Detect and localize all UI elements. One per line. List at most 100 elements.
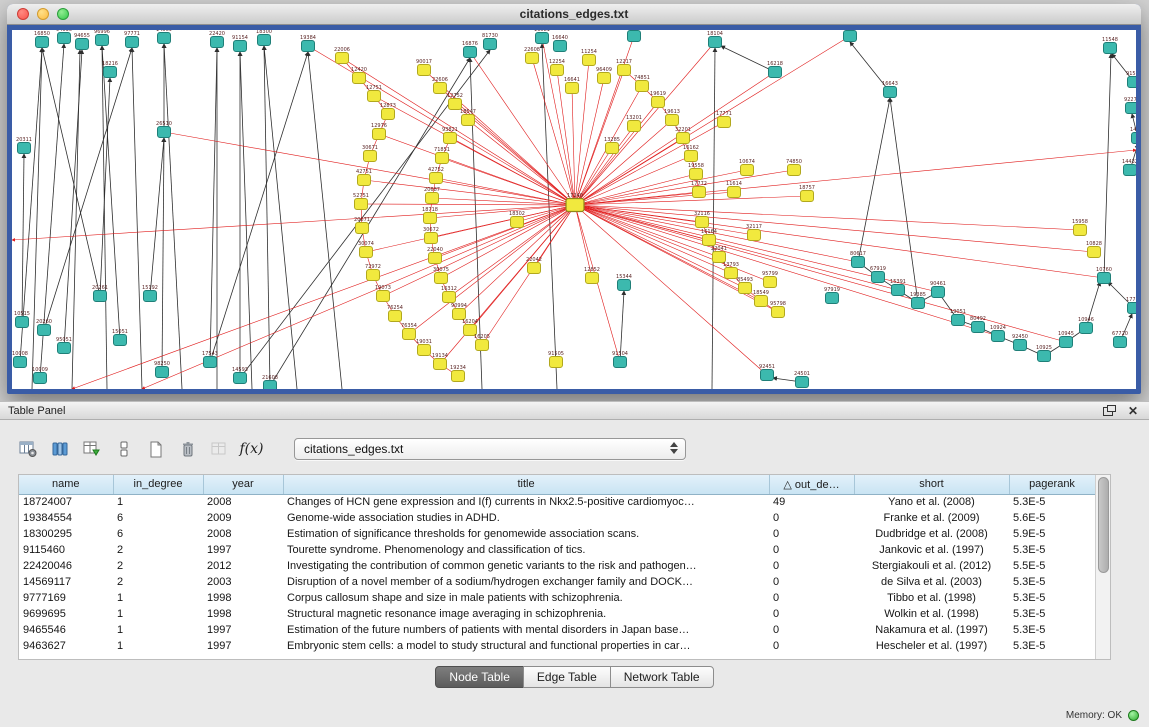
network-node[interactable]: [992, 331, 1005, 342]
network-node[interactable]: [444, 133, 457, 144]
network-node[interactable]: [58, 33, 71, 44]
network-node[interactable]: [598, 73, 611, 84]
function-builder-icon[interactable]: f(x): [238, 436, 265, 462]
network-node[interactable]: [424, 213, 437, 224]
network-node[interactable]: [566, 199, 584, 212]
network-node[interactable]: [826, 293, 839, 304]
table-row[interactable]: 946554611997Estimation of the future num…: [19, 622, 1095, 638]
network-node[interactable]: [912, 298, 925, 309]
network-node[interactable]: [586, 273, 599, 284]
network-node[interactable]: [429, 253, 442, 264]
network-node[interactable]: [114, 335, 127, 346]
network-node[interactable]: [872, 272, 885, 283]
network-node[interactable]: [685, 151, 698, 162]
network-node[interactable]: [1132, 133, 1137, 144]
tab-network-table[interactable]: Network Table: [610, 666, 714, 688]
network-node[interactable]: [158, 127, 171, 138]
export-table-icon[interactable]: [78, 436, 105, 462]
network-node[interactable]: [554, 41, 567, 52]
network-node[interactable]: [389, 311, 402, 322]
network-node[interactable]: [796, 377, 809, 388]
network-node[interactable]: [550, 357, 563, 368]
tab-edge-table[interactable]: Edge Table: [523, 666, 611, 688]
network-node[interactable]: [725, 268, 738, 279]
network-node[interactable]: [436, 153, 449, 164]
network-node[interactable]: [476, 340, 489, 351]
network-node[interactable]: [418, 345, 431, 356]
import-table-icon[interactable]: [206, 436, 233, 462]
network-node[interactable]: [38, 325, 51, 336]
network-node[interactable]: [511, 217, 524, 228]
network-node[interactable]: [234, 373, 247, 384]
network-node[interactable]: [1074, 225, 1087, 236]
network-node[interactable]: [801, 191, 814, 202]
network-node[interactable]: [234, 41, 247, 52]
network-node[interactable]: [34, 373, 47, 384]
network-node[interactable]: [264, 381, 277, 390]
network-node[interactable]: [652, 97, 665, 108]
network-node[interactable]: [666, 115, 679, 126]
network-node[interactable]: [96, 35, 109, 46]
network-node[interactable]: [373, 129, 386, 140]
network-node[interactable]: [703, 235, 716, 246]
network-node[interactable]: [449, 99, 462, 110]
table-scrollbar[interactable]: [1095, 475, 1110, 659]
new-column-icon[interactable]: [142, 436, 169, 462]
network-node[interactable]: [788, 165, 801, 176]
network-node[interactable]: [1014, 340, 1027, 351]
column-header-name[interactable]: name: [19, 475, 113, 494]
window-titlebar[interactable]: citations_edges.txt: [7, 4, 1141, 25]
column-header-short[interactable]: short: [854, 475, 1009, 494]
network-node[interactable]: [718, 117, 731, 128]
network-node[interactable]: [16, 317, 29, 328]
network-node[interactable]: [403, 329, 416, 340]
table-row[interactable]: 1456911722003Disruption of a novel membe…: [19, 574, 1095, 590]
network-node[interactable]: [94, 291, 107, 302]
network-node[interactable]: [1098, 273, 1111, 284]
network-node[interactable]: [426, 193, 439, 204]
network-node[interactable]: [566, 83, 579, 94]
network-node[interactable]: [418, 65, 431, 76]
network-node[interactable]: [464, 47, 477, 58]
network-node[interactable]: [204, 357, 217, 368]
network-node[interactable]: [358, 175, 371, 186]
close-panel-icon[interactable]: ✕: [1125, 404, 1141, 418]
network-node[interactable]: [755, 296, 768, 307]
network-node[interactable]: [764, 277, 777, 288]
network-node[interactable]: [583, 55, 596, 66]
network-node[interactable]: [884, 87, 897, 98]
network-node[interactable]: [14, 357, 27, 368]
table-mode-icon[interactable]: [14, 436, 41, 462]
network-node[interactable]: [368, 91, 381, 102]
network-node[interactable]: [852, 257, 865, 268]
table-row[interactable]: 1830029562008Estimation of significance …: [19, 526, 1095, 542]
network-node[interactable]: [536, 33, 549, 44]
network-node[interactable]: [452, 371, 465, 382]
network-node[interactable]: [18, 143, 31, 154]
show-columns-icon[interactable]: [46, 436, 73, 462]
table-row[interactable]: 911546021997Tourette syndrome. Phenomeno…: [19, 542, 1095, 558]
network-node[interactable]: [144, 291, 157, 302]
network-node[interactable]: [636, 81, 649, 92]
network-node[interactable]: [158, 33, 171, 44]
network-node[interactable]: [1128, 303, 1137, 314]
network-node[interactable]: [709, 37, 722, 48]
network-node[interactable]: [435, 273, 448, 284]
network-node[interactable]: [484, 39, 497, 50]
network-node[interactable]: [772, 307, 785, 318]
network-node[interactable]: [761, 370, 774, 381]
network-node[interactable]: [430, 173, 443, 184]
tab-node-table[interactable]: Node Table: [435, 666, 524, 688]
table-row[interactable]: 1872400712008Changes of HCN gene express…: [19, 494, 1095, 510]
network-node[interactable]: [728, 187, 741, 198]
network-node[interactable]: [434, 359, 447, 370]
network-node[interactable]: [528, 263, 541, 274]
network-node[interactable]: [367, 270, 380, 281]
network-node[interactable]: [364, 151, 377, 162]
network-node[interactable]: [425, 233, 438, 244]
network-node[interactable]: [434, 83, 447, 94]
network-node[interactable]: [1128, 77, 1137, 88]
network-node[interactable]: [748, 230, 761, 241]
network-node[interactable]: [739, 283, 752, 294]
float-panel-icon[interactable]: [1101, 404, 1117, 418]
